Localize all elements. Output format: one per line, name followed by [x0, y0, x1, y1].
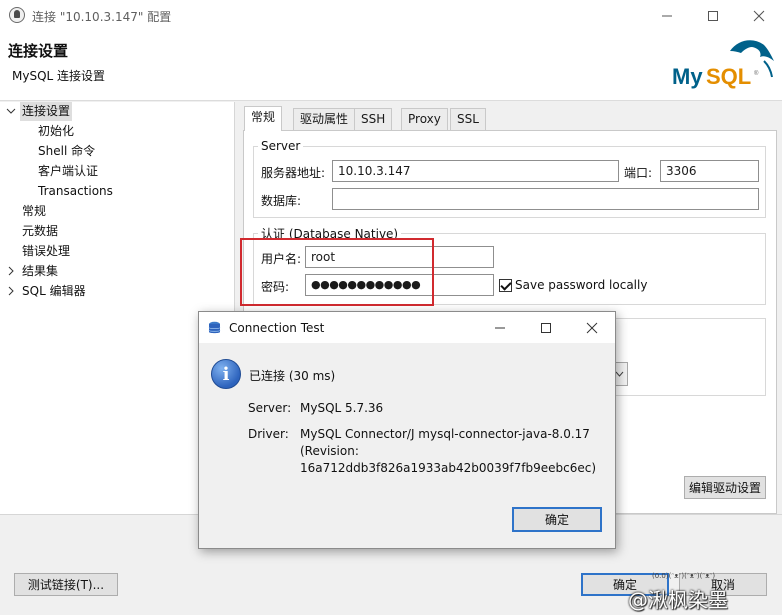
svg-text:My: My: [672, 64, 703, 89]
page-title: 连接设置: [8, 42, 69, 60]
highlight-box: [240, 238, 434, 306]
tab-general[interactable]: 常规: [244, 106, 283, 131]
tab-ssh[interactable]: SSH: [354, 108, 393, 130]
minimize-icon: [495, 327, 505, 328]
dialog-close-button[interactable]: [569, 312, 615, 343]
tree-item-sql-editor[interactable]: SQL 编辑器: [22, 282, 86, 301]
dialog-titlebar[interactable]: Connection Test: [199, 312, 615, 343]
edit-driver-button[interactable]: 编辑驱动设置: [684, 476, 766, 499]
watermark-line1: (0.0)(ᵔᴥᵔ)(ᵔᴥᵔ)(ᵔᴥᵔ): [652, 572, 716, 580]
database-icon: [208, 321, 221, 334]
database-input[interactable]: [332, 188, 759, 210]
app-icon: [9, 7, 25, 23]
tree-item-general[interactable]: 常规: [22, 202, 46, 221]
mysql-logo: My SQL ®: [672, 40, 774, 89]
page-header: 连接设置 MySQL 连接设置 My SQL ®: [0, 31, 782, 101]
driver-value-line3: 16a712ddb3f826a1933ab42b0039f7fb9eebc6ec…: [300, 461, 597, 475]
tab-driver-properties[interactable]: 驱动属性: [293, 108, 356, 130]
chevron-down-icon[interactable]: [6, 102, 16, 121]
tree-item-result-sets[interactable]: 结果集: [22, 262, 58, 281]
database-label: 数据库:: [261, 194, 302, 208]
port-input[interactable]: 3306: [660, 160, 759, 182]
server-label: Server:: [248, 401, 292, 415]
driver-value-line1: MySQL Connector/J mysql-connector-java-8…: [300, 427, 590, 441]
test-connection-button[interactable]: 测试链接(T)...: [14, 573, 118, 596]
tree-item-client-auth[interactable]: 客户端认证: [38, 162, 98, 181]
driver-label: Driver:: [248, 427, 289, 441]
chevron-right-icon[interactable]: [6, 262, 16, 281]
tree-item-initialization[interactable]: 初始化: [38, 122, 74, 141]
tree-item-connection-settings[interactable]: 连接设置: [20, 102, 73, 121]
port-label: 端口:: [624, 166, 653, 180]
maximize-icon: [708, 10, 718, 21]
server-group-title: Server: [258, 139, 304, 153]
close-icon: [753, 10, 765, 21]
maximize-button[interactable]: [690, 0, 736, 31]
tree-item-transactions[interactable]: Transactions: [38, 182, 113, 201]
save-password-checkbox[interactable]: [499, 279, 512, 292]
server-value: MySQL 5.7.36: [300, 401, 384, 415]
driver-value-line2: (Revision:: [300, 444, 359, 458]
minimize-button[interactable]: [644, 0, 690, 31]
dialog-maximize-button[interactable]: [523, 312, 569, 343]
watermark-line2: @湫枫染墨: [628, 588, 728, 612]
minimize-icon: [662, 15, 672, 16]
chevron-right-icon[interactable]: [6, 282, 16, 301]
host-input[interactable]: 10.10.3.147: [332, 160, 619, 182]
maximize-icon: [541, 322, 551, 333]
window-title: 连接 "10.10.3.147" 配置: [32, 10, 172, 24]
tree-item-metadata[interactable]: 元数据: [22, 222, 58, 241]
watermark: (0.0)(ᵔᴥᵔ)(ᵔᴥᵔ)(ᵔᴥᵔ) @湫枫染墨: [628, 570, 778, 614]
tree-item-shell-commands[interactable]: Shell 命令: [38, 142, 95, 161]
save-password-label: Save password locally: [515, 278, 648, 292]
info-icon: i: [211, 359, 241, 389]
svg-text:®: ®: [754, 70, 759, 77]
close-button[interactable]: [736, 0, 782, 31]
dialog-minimize-button[interactable]: [477, 312, 523, 343]
tab-ssl[interactable]: SSL: [450, 108, 486, 130]
svg-text:SQL: SQL: [706, 64, 751, 89]
dialog-ok-button[interactable]: 确定: [512, 507, 602, 532]
connection-status: 已连接 (30 ms): [249, 369, 336, 383]
page-subtitle: MySQL 连接设置: [12, 69, 106, 83]
tab-proxy[interactable]: Proxy: [401, 108, 448, 130]
dialog-title: Connection Test: [229, 321, 325, 335]
connection-test-dialog: Connection Test i 已连接 (30 ms) Server: My…: [198, 311, 616, 549]
window-titlebar[interactable]: 连接 "10.10.3.147" 配置: [0, 0, 782, 31]
tree-item-error-handling[interactable]: 错误处理: [22, 242, 70, 261]
host-label: 服务器地址:: [261, 166, 326, 180]
close-icon: [586, 322, 598, 333]
